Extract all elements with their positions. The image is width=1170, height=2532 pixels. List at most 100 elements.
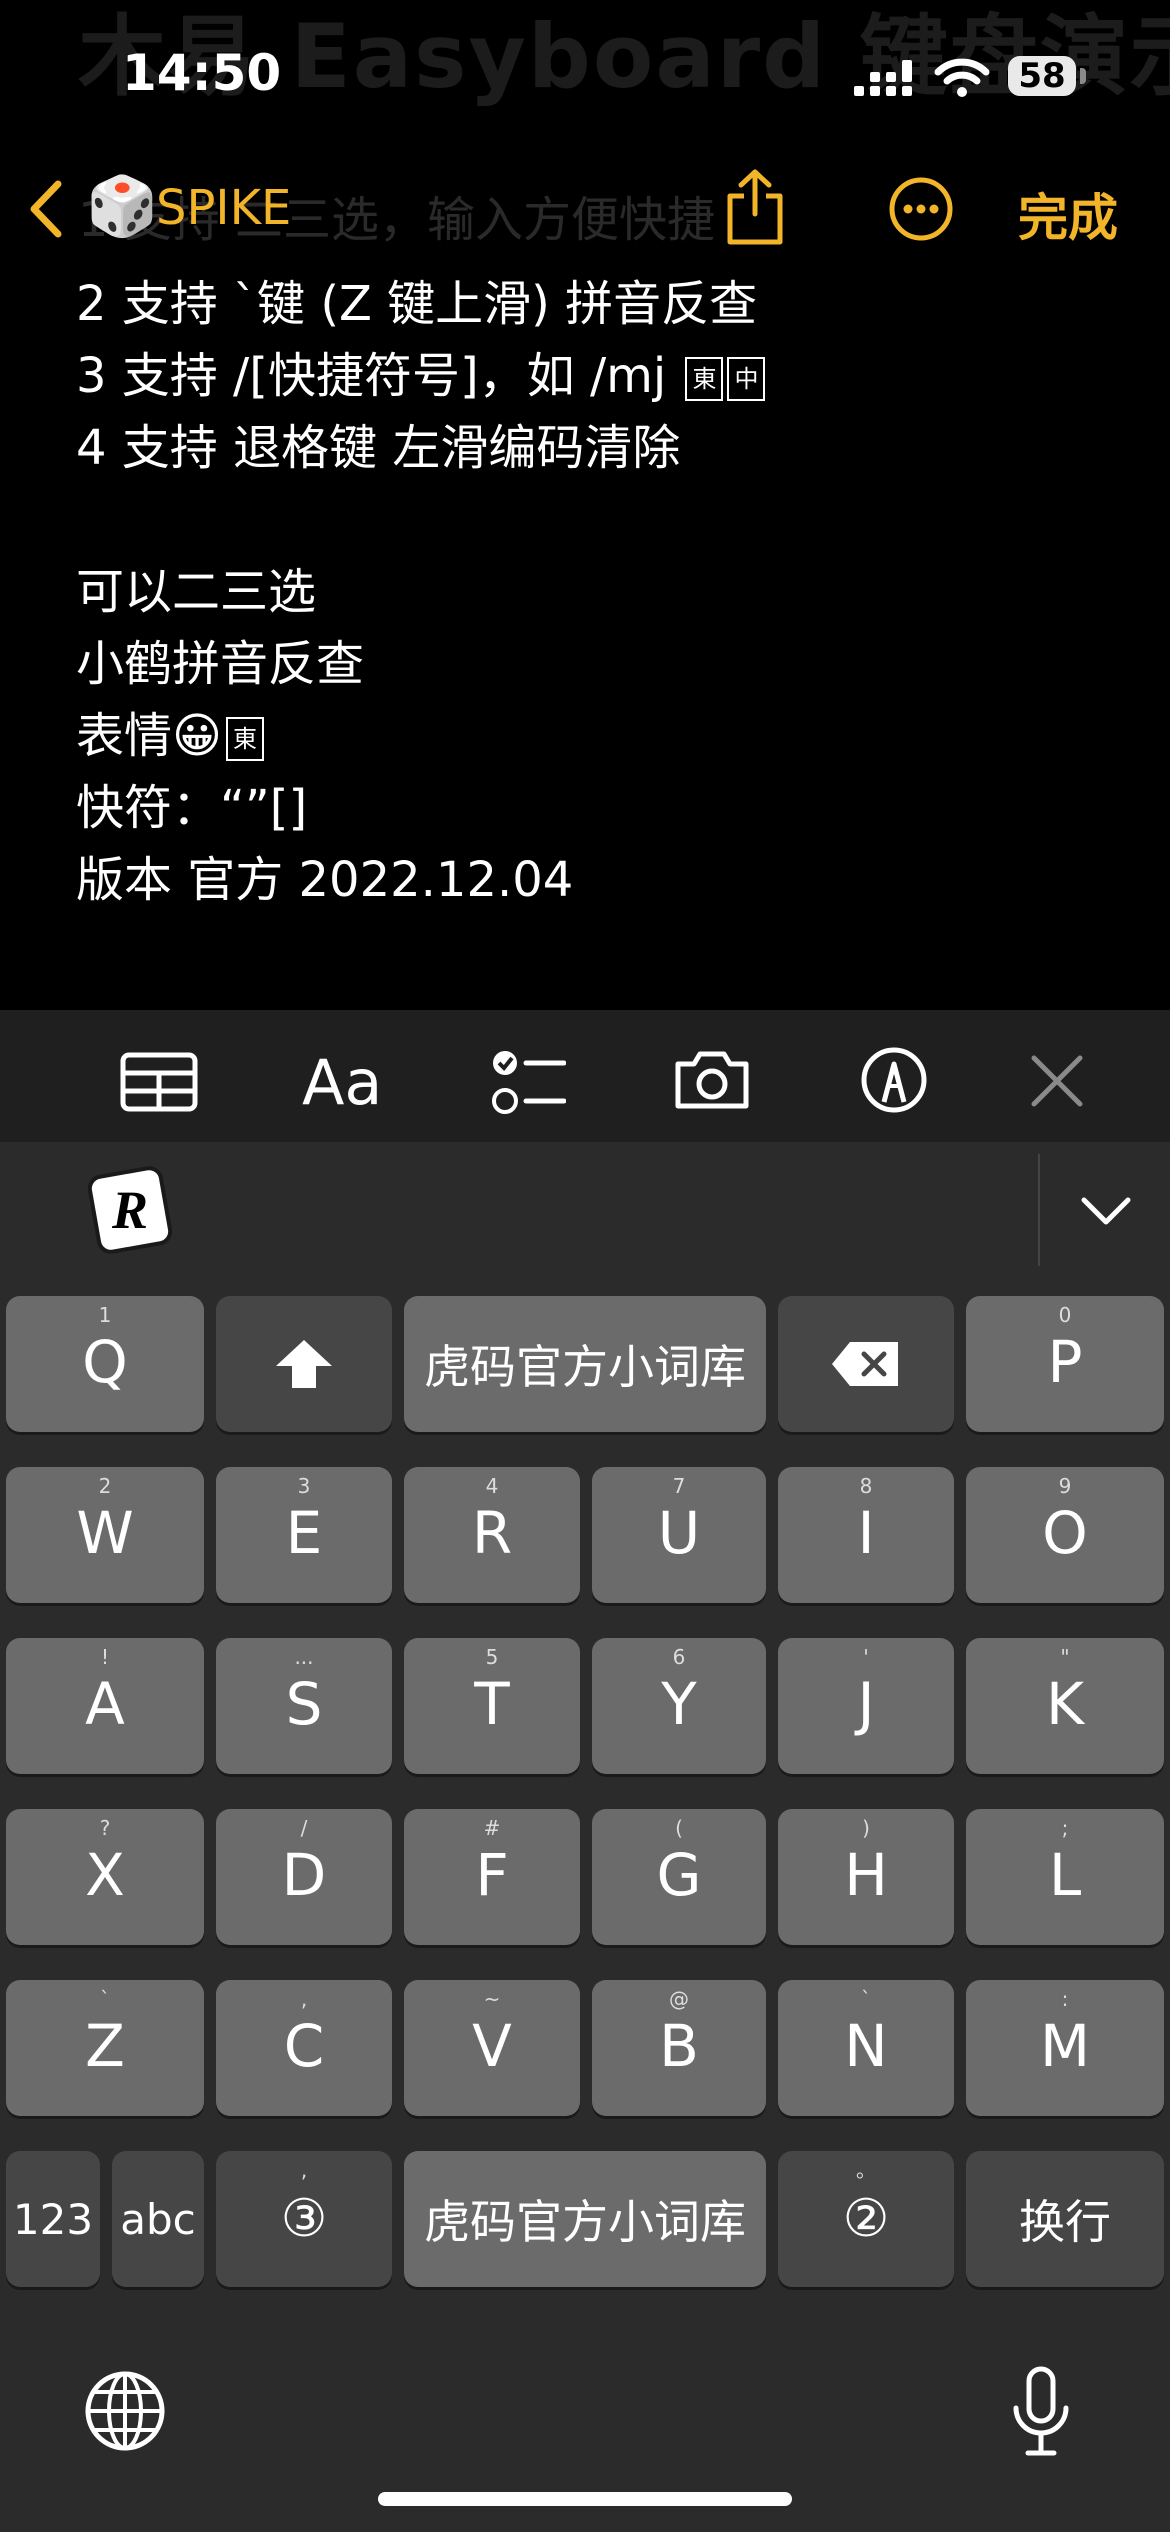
key-label: U: [657, 1499, 701, 1567]
key-e[interactable]: 3E: [216, 1467, 392, 1603]
key-sub-label: 4: [485, 1474, 499, 1498]
delete-key[interactable]: [778, 1296, 954, 1432]
key-label: ③: [280, 2189, 328, 2249]
globe-icon[interactable]: [84, 2370, 166, 2452]
return-key[interactable]: 换行: [966, 2151, 1164, 2287]
key-label: X: [85, 1841, 125, 1909]
back-emoji[interactable]: 🎲: [86, 172, 158, 241]
key-j[interactable]: ' J: [778, 1638, 954, 1774]
key-sub-label: ): [862, 1816, 870, 1840]
home-indicator: [378, 2492, 792, 2506]
key-label: V: [472, 2012, 512, 2080]
key-sub-label: 3: [297, 1474, 311, 1498]
key-o[interactable]: 9O: [966, 1467, 1164, 1603]
key-f[interactable]: # F: [404, 1809, 580, 1945]
key-l[interactable]: ; L: [966, 1809, 1164, 1945]
status-time: 14:50: [122, 44, 282, 102]
cellular-signal-icon: [854, 60, 912, 96]
key-sub-label: ": [1060, 1645, 1070, 1669]
key-label: H: [844, 1841, 888, 1909]
key-k[interactable]: " K: [966, 1638, 1164, 1774]
key-sub-label: :: [1061, 1987, 1069, 2011]
key-label: Y: [661, 1670, 697, 1738]
text-format-button[interactable]: Aa: [302, 1046, 382, 1119]
key-d[interactable]: / D: [216, 1809, 392, 1945]
key-label: 虎码官方小词库: [424, 1340, 746, 1394]
key-sub-label: ,: [300, 1987, 308, 2011]
key-label: N: [844, 2012, 888, 2080]
key-label: O: [1042, 1499, 1088, 1567]
key-label: W: [76, 1499, 134, 1567]
key-label: D: [281, 1841, 327, 1909]
done-button[interactable]: 完成: [1018, 178, 1118, 250]
key-sub-label: 5: [485, 1645, 499, 1669]
battery-tip: [1080, 68, 1086, 84]
more-options-icon[interactable]: [888, 176, 954, 242]
key-q[interactable]: 1 Q: [6, 1296, 204, 1432]
close-icon[interactable]: [1030, 1054, 1084, 1108]
key-sub-label: ': [863, 1645, 869, 1669]
share-icon[interactable]: [724, 168, 786, 246]
chevron-left-icon[interactable]: [26, 180, 66, 238]
key-sub-label: !: [100, 1645, 110, 1669]
numbers-key[interactable]: 123: [6, 2151, 100, 2287]
key-label: I: [857, 1499, 875, 1567]
key-t[interactable]: 5T: [404, 1638, 580, 1774]
key-u[interactable]: 7U: [592, 1467, 766, 1603]
key-sub-label: 7: [672, 1474, 686, 1498]
third-candidate-key[interactable]: ,③: [216, 2151, 392, 2287]
chevron-down-icon[interactable]: [1080, 1194, 1132, 1228]
microphone-icon[interactable]: [1010, 2366, 1072, 2458]
keyboard-logo-letter: R: [111, 1180, 148, 1240]
tofu-glyph: 中: [727, 357, 766, 401]
key-r[interactable]: 4R: [404, 1467, 580, 1603]
markup-icon[interactable]: [860, 1046, 928, 1114]
key-label: F: [475, 1841, 509, 1909]
delete-icon: [832, 1342, 898, 1386]
key-label: Q: [82, 1328, 128, 1396]
key-a[interactable]: ! A: [6, 1638, 204, 1774]
key-sub-label: 2: [98, 1474, 112, 1498]
checklist-icon[interactable]: [490, 1048, 566, 1118]
camera-icon[interactable]: [672, 1048, 752, 1112]
key-label: P: [1047, 1328, 1083, 1396]
key-label: S: [285, 1670, 323, 1738]
table-icon[interactable]: [120, 1052, 198, 1112]
key-p[interactable]: 0 P: [966, 1296, 1164, 1432]
key-b[interactable]: @ B: [592, 1980, 766, 2116]
space-key[interactable]: 虎码官方小词库: [404, 2151, 766, 2287]
key-m[interactable]: :M: [966, 1980, 1164, 2116]
key-x[interactable]: ? X: [6, 1809, 204, 1945]
tofu-glyph: 東: [226, 717, 265, 761]
key-sub-label: ~: [483, 1987, 501, 2011]
key-label: M: [1039, 2012, 1091, 2080]
key-y[interactable]: 6Y: [592, 1638, 766, 1774]
key-g[interactable]: (G: [592, 1809, 766, 1945]
battery-level: 58: [1008, 56, 1076, 96]
key-z[interactable]: ` Z: [6, 1980, 204, 2116]
key-sub-label: 0: [1058, 1303, 1072, 1327]
key-label: abc: [120, 2194, 196, 2244]
key-label: K: [1045, 1670, 1085, 1738]
key-s[interactable]: ... S: [216, 1638, 392, 1774]
key-label: Z: [85, 2012, 125, 2080]
key-sub-label: ;: [1061, 1816, 1069, 1840]
key-sub-label: `: [100, 1987, 110, 2011]
dictionary-key[interactable]: 虎码官方小词库: [404, 1296, 766, 1432]
note-line: 2 支持 `键 (Z 键上滑) 拼音反查: [76, 276, 758, 332]
key-label: L: [1048, 1841, 1082, 1909]
key-n[interactable]: ` N: [778, 1980, 954, 2116]
shift-key[interactable]: [216, 1296, 392, 1432]
key-w[interactable]: 2W: [6, 1467, 204, 1603]
key-v[interactable]: ~ V: [404, 1980, 580, 2116]
abc-key[interactable]: abc: [112, 2151, 204, 2287]
key-i[interactable]: 8I: [778, 1467, 954, 1603]
second-candidate-key[interactable]: 。 ②: [778, 2151, 954, 2287]
back-button-label[interactable]: SPIKE: [156, 180, 291, 236]
key-h[interactable]: ) H: [778, 1809, 954, 1945]
keyboard-logo[interactable]: R: [84, 1164, 176, 1256]
key-label: G: [656, 1841, 702, 1909]
note-line: 4 支持 退格键 左滑编码清除: [76, 420, 681, 476]
key-c[interactable]: ,C: [216, 1980, 392, 2116]
key-label: C: [283, 2012, 325, 2080]
